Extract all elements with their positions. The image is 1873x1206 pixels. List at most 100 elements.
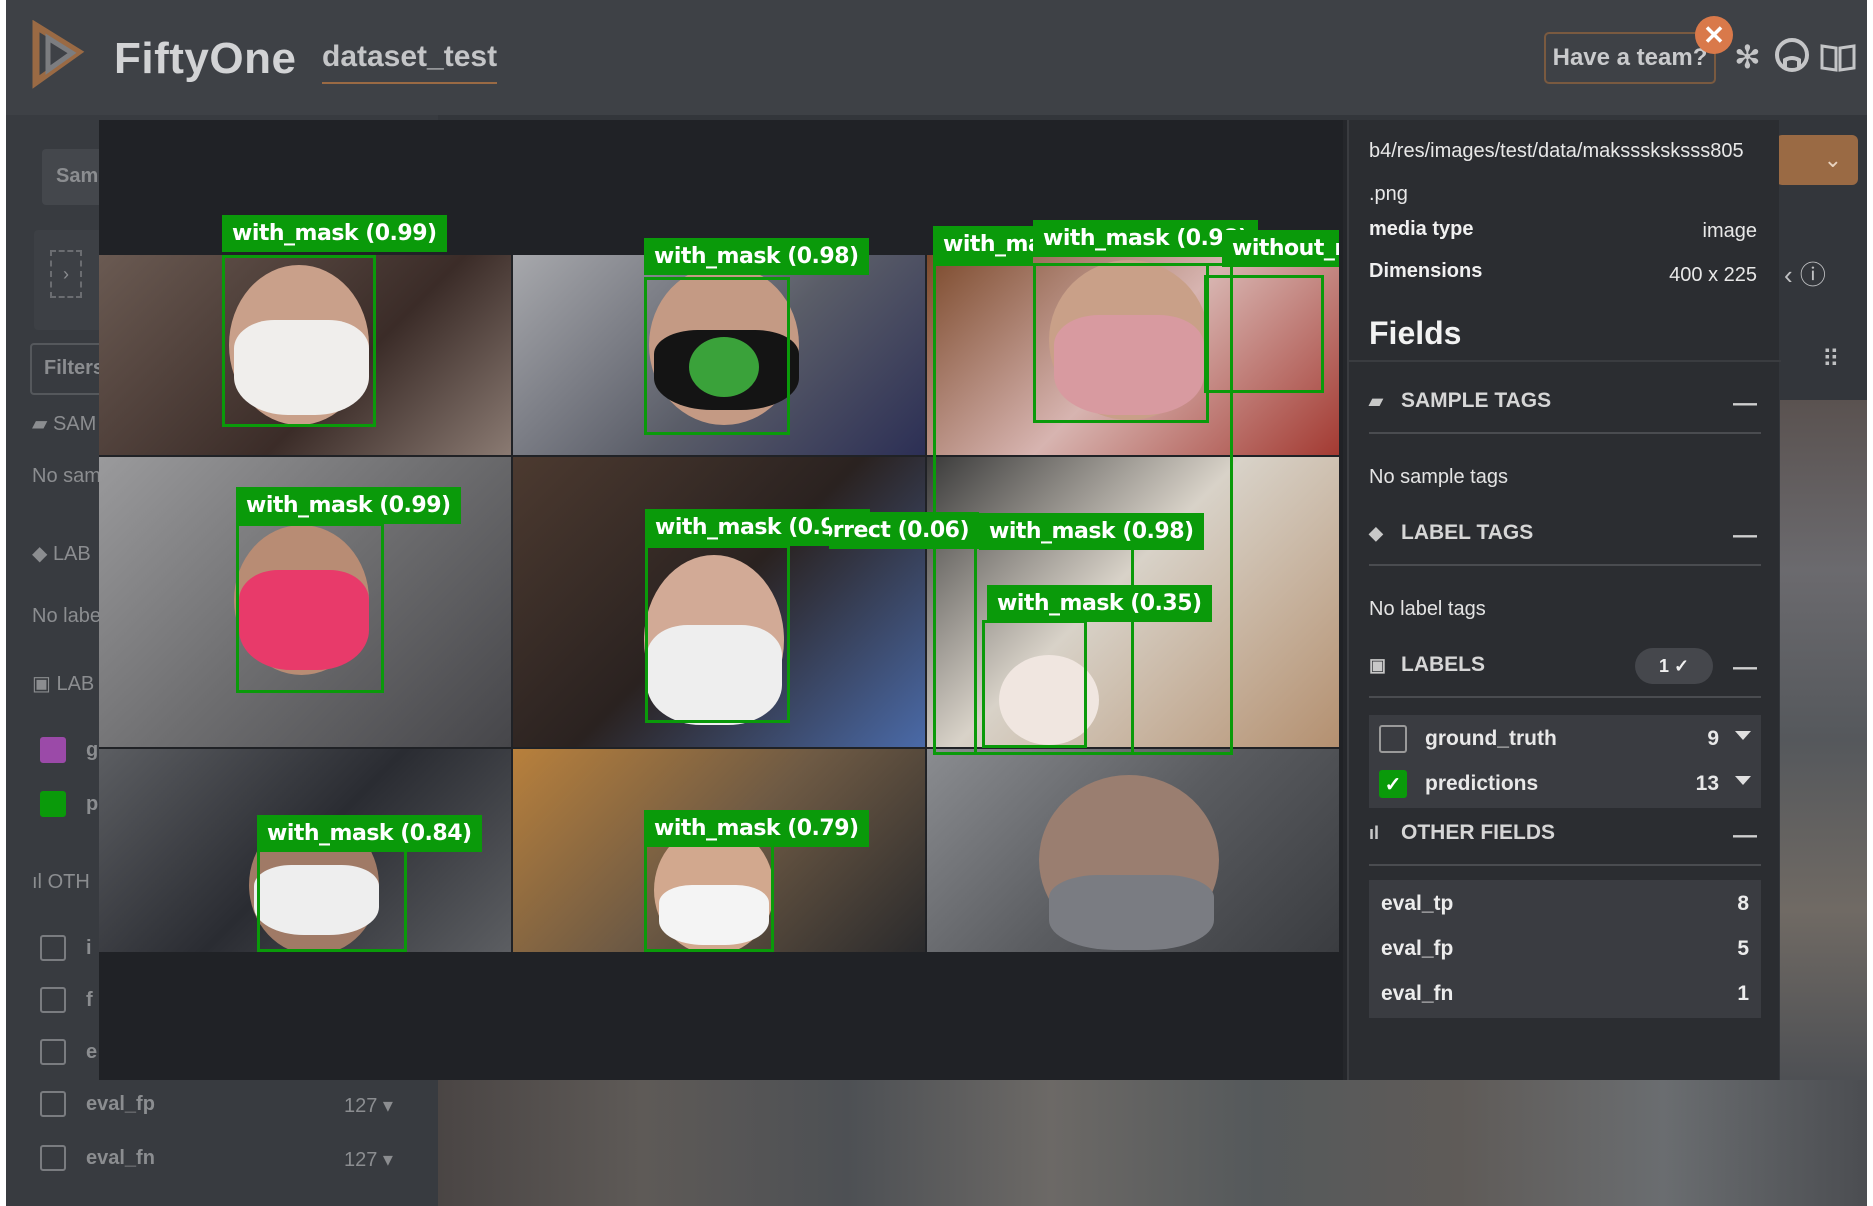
collapse-icon[interactable]: — — [1733, 522, 1757, 550]
section-title: SAMPLE TAGS — [1401, 389, 1552, 412]
divider — [1349, 360, 1781, 362]
field-name: eval_tp — [1381, 892, 1454, 915]
field-checkbox[interactable] — [40, 987, 66, 1013]
sample-tags-heading: ▰ SAM — [32, 413, 97, 435]
section-title: OTHER FIELDS — [1401, 821, 1556, 844]
bounding-box[interactable] — [236, 523, 384, 693]
docs-icon[interactable] — [1820, 42, 1856, 72]
detection-label[interactable]: with_mask (0.99) — [222, 215, 447, 252]
sample-grid-background — [438, 1080, 1867, 1206]
no-label-tags-text: No labe — [32, 605, 101, 627]
detection-label[interactable]: with_mask (0.98) — [979, 513, 1204, 550]
detection-label[interactable]: with_mask (0.98) — [644, 238, 869, 275]
bounding-box[interactable] — [644, 277, 790, 435]
label-tags-section[interactable]: ◆ LABEL TAGS — — [1369, 502, 1761, 566]
grid-view-icon[interactable]: ⠿ — [1822, 345, 1840, 374]
dropdown-chevron-icon[interactable]: ⌄ — [1776, 135, 1858, 185]
field-name: eval_fp — [1381, 937, 1454, 960]
no-sample-tags-text: No sample tags — [1369, 466, 1508, 488]
predictions-label: p — [86, 793, 99, 815]
eval-fn-label: eval_fn — [86, 1147, 155, 1169]
dimensions-value: 400 x 225 — [1669, 264, 1757, 286]
mask — [1049, 875, 1214, 950]
label-field-ground-truth[interactable]: ground_truth 9 — [1369, 715, 1761, 763]
sample-tags-section[interactable]: ▰ SAMPLE TAGS — — [1369, 370, 1761, 434]
labels-heading: ▣ LAB — [32, 673, 95, 695]
chevron-down-icon[interactable] — [1735, 776, 1751, 785]
dimensions-key: Dimensions — [1369, 260, 1483, 282]
detection-label[interactable]: with_mask (0.35) — [987, 585, 1212, 622]
label-field-predictions[interactable]: ✓ predictions 13 — [1369, 760, 1761, 808]
field-name: predictions — [1425, 772, 1539, 795]
slack-icon[interactable]: ✻ — [1734, 38, 1761, 76]
sample-grid-right-strip — [1780, 400, 1867, 1080]
field-checkbox[interactable] — [40, 1039, 66, 1065]
bar-chart-icon: ıl — [1369, 823, 1380, 843]
no-sample-tags-text: No sam — [32, 465, 101, 487]
field-count: 13 — [1695, 772, 1719, 795]
field-row-eval-fn: eval_fn 1 — [1369, 970, 1761, 1018]
bounding-box[interactable] — [1204, 275, 1324, 393]
field-value: 1 — [1737, 982, 1749, 1005]
field-label: e — [86, 1041, 98, 1063]
field-name: ground_truth — [1425, 727, 1557, 750]
ground-truth-checkbox[interactable] — [1379, 725, 1407, 753]
close-icon[interactable]: ✕ — [1695, 16, 1733, 54]
eval-fp-label: eval_fp — [86, 1093, 155, 1115]
collapse-icon[interactable]: — — [1733, 390, 1757, 418]
filepath-line: b4/res/images/test/data/maksssksksss805 — [1369, 140, 1744, 162]
detection-label[interactable]: with_mask (0.79) — [644, 810, 869, 847]
label-tag-icon: ◆ — [1369, 523, 1383, 543]
fiftyone-logo-icon — [32, 20, 85, 89]
bounding-box[interactable] — [982, 620, 1087, 748]
help-icon[interactable]: ‹ ⓘ — [1784, 255, 1826, 292]
field-value: 8 — [1737, 892, 1749, 915]
bounding-box[interactable] — [1033, 263, 1209, 423]
eval-fn-count: 127 ▾ — [344, 1149, 393, 1171]
top-bar: FiftyOne dataset_test Have a team? ✕ ✻ — [6, 0, 1867, 115]
filepath-line: .png — [1369, 183, 1408, 205]
media-type-value: image — [1702, 220, 1757, 242]
have-a-team-button[interactable]: Have a team? — [1544, 32, 1716, 84]
field-row-eval-fp: eval_fp 5 — [1369, 925, 1761, 973]
detection-label[interactable]: with_mask (0.84) — [257, 815, 482, 852]
detection-label[interactable]: with_mask (0.99) — [236, 487, 461, 524]
section-title: LABEL TAGS — [1401, 521, 1534, 544]
field-count: 9 — [1707, 727, 1719, 750]
detection-label[interactable]: orrect (0.06) — [829, 512, 979, 549]
github-icon[interactable] — [1774, 36, 1810, 74]
detection-label[interactable]: with_ma — [933, 226, 1033, 263]
collapse-icon[interactable]: — — [1733, 822, 1757, 850]
eval-fp-checkbox[interactable] — [40, 1091, 66, 1117]
eval-fn-checkbox[interactable] — [40, 1145, 66, 1171]
brand-title[interactable]: FiftyOne — [114, 34, 296, 84]
predictions-checkbox[interactable]: ✓ — [1379, 770, 1407, 798]
field-label: i — [86, 937, 92, 959]
filepath: b4/res/images/test/data/maksssksksss805 … — [1369, 130, 1769, 216]
fields-title: Fields — [1369, 315, 1462, 351]
no-label-tags-text: No label tags — [1369, 598, 1486, 620]
other-fields-section[interactable]: ıl OTHER FIELDS — — [1369, 802, 1761, 866]
field-label: f — [86, 989, 93, 1011]
image-viewer[interactable]: with_mask (0.99) with_mask (0.98) with_m… — [99, 120, 1343, 1080]
bounding-box[interactable] — [645, 545, 790, 723]
predictions-checkbox[interactable] — [40, 791, 66, 817]
sample-info-panel: b4/res/images/test/data/maksssksksss805 … — [1347, 120, 1781, 1080]
chevron-down-icon[interactable] — [1735, 731, 1751, 740]
field-checkbox[interactable] — [40, 935, 66, 961]
bounding-box[interactable] — [222, 255, 376, 427]
eval-fp-count: 127 ▾ — [344, 1095, 393, 1117]
tag-icon: ▰ — [1369, 391, 1383, 411]
collapse-icon[interactable]: — — [1733, 654, 1757, 682]
selected-count-pill[interactable]: 1 ✓ — [1635, 648, 1713, 684]
field-row-eval-tp: eval_tp 8 — [1369, 880, 1761, 928]
expand-icon[interactable]: › — [50, 250, 82, 298]
sample-modal: with_mask (0.99) with_mask (0.98) with_m… — [99, 120, 1781, 1080]
labels-section[interactable]: ▣ LABELS 1 ✓ — — [1369, 634, 1761, 698]
dataset-selector[interactable]: dataset_test — [322, 40, 498, 84]
other-fields-heading: ıl OTH — [32, 871, 90, 893]
field-value: 5 — [1737, 937, 1749, 960]
app-window: FiftyOne dataset_test Have a team? ✕ ✻ S… — [6, 0, 1867, 1206]
ground-truth-checkbox[interactable] — [40, 737, 66, 763]
detection-label[interactable]: without_m — [1222, 230, 1339, 267]
